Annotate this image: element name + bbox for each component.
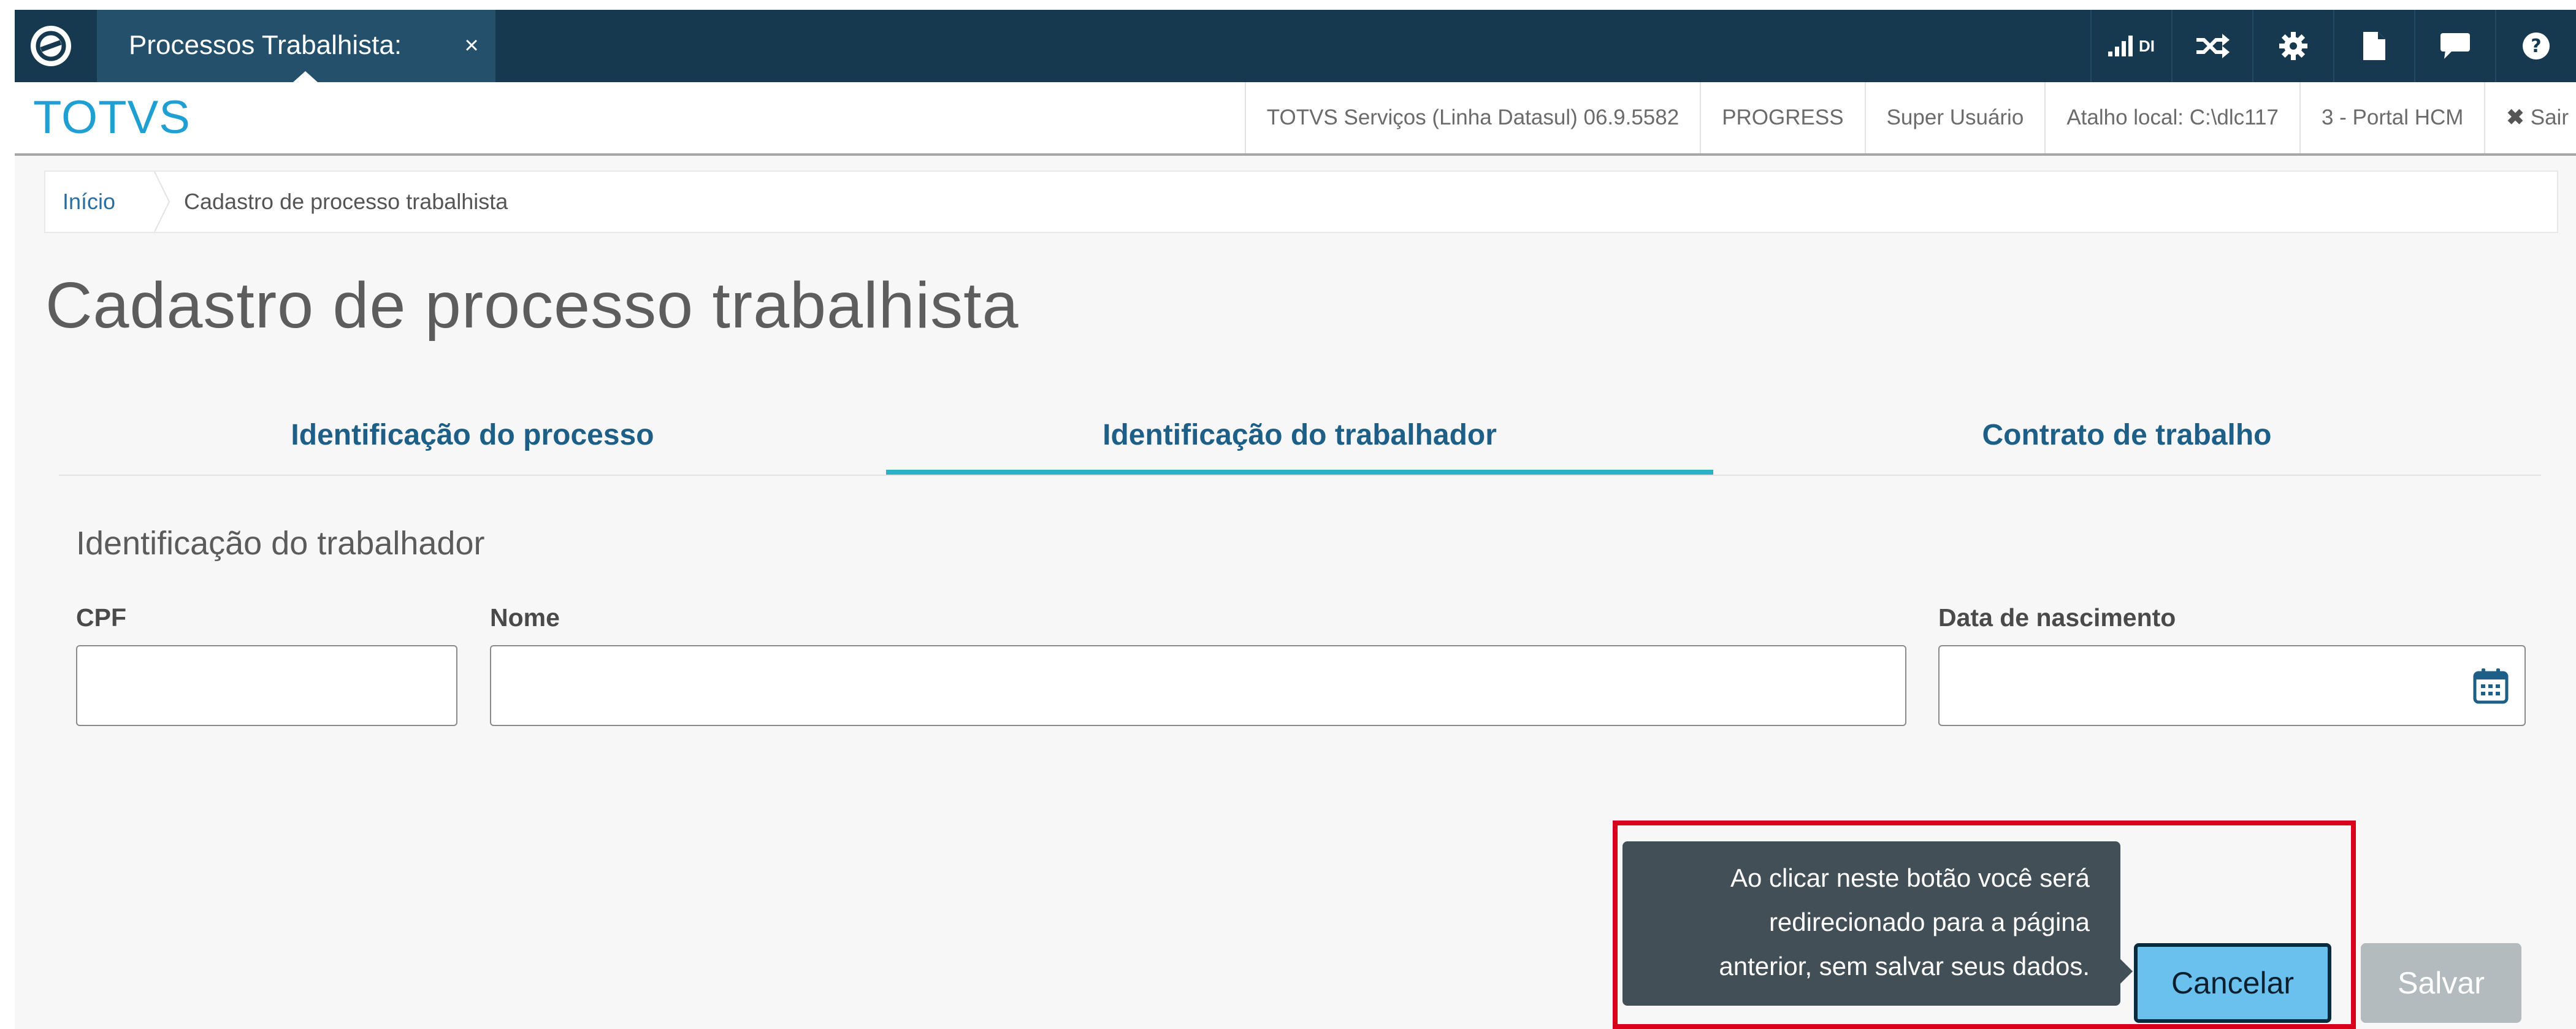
session-info: TOTVS Serviços (Linha Datasul) 06.9.5582… (1244, 82, 2576, 153)
nome-field[interactable] (490, 645, 1906, 726)
shuffle-icon[interactable] (2171, 10, 2252, 82)
logout-label: Sair (2530, 105, 2569, 129)
breadcrumb-separator-icon (154, 172, 170, 232)
tab-identificacao-processo[interactable]: Identificação do processo (59, 402, 886, 475)
breadcrumb: Início Cadastro de processo trabalhista (44, 170, 2558, 233)
calendar-icon[interactable] (2472, 667, 2510, 705)
page-title: Cadastro de processo trabalhista (45, 269, 1019, 342)
cancel-button[interactable]: Cancelar (2134, 943, 2331, 1023)
signal-label: DI (2139, 36, 2155, 55)
nome-label: Nome (490, 603, 560, 632)
tooltip-line: redirecionado para a página (1768, 908, 2090, 936)
birthdate-label: Data de nascimento (1938, 603, 2176, 632)
cpf-field[interactable] (76, 645, 457, 726)
birthdate-field[interactable] (1938, 645, 2526, 726)
cpf-label: CPF (76, 603, 126, 632)
tab-identificacao-trabalhador[interactable]: Identificação do trabalhador (886, 402, 1713, 475)
chat-icon[interactable] (2414, 10, 2495, 82)
breadcrumb-home-link[interactable]: Início (63, 172, 115, 232)
tab-title: Processos Trabalhista: (129, 30, 402, 60)
tooltip-line: Ao clicar neste botão você será (1730, 863, 2090, 892)
tab-indicator (293, 71, 318, 82)
close-icon: ✖ (2506, 105, 2524, 129)
user-name: Super Usuário (1864, 82, 2045, 153)
tooltip-line: anterior, sem salvar seus dados. (1719, 952, 2090, 981)
cancel-tooltip: Ao clicar neste botão você será redireci… (1622, 841, 2120, 1006)
document-icon[interactable] (2333, 10, 2414, 82)
signal-bars-icon[interactable]: DI (2090, 10, 2171, 82)
breadcrumb-current: Cadastro de processo trabalhista (184, 189, 508, 214)
brand-logo: TOTVS (33, 91, 191, 143)
local-shortcut: Atalho local: C:\dlc117 (2044, 82, 2299, 153)
database-type: PROGRESS (1700, 82, 1864, 153)
help-icon[interactable]: ? (2495, 10, 2576, 82)
step-tabs: Identificação do processo Identificação … (59, 402, 2541, 476)
app-frame: Processos Trabalhista: × DI ? TOTVS TOTV… (15, 10, 2576, 1029)
tooltip-arrow (2120, 959, 2133, 984)
section-title: Identificação do trabalhador (76, 525, 485, 562)
close-icon[interactable]: × (456, 27, 487, 64)
topbar-actions: DI ? (2090, 10, 2576, 82)
save-button[interactable]: Salvar (2361, 943, 2521, 1023)
svg-text:?: ? (2531, 36, 2541, 57)
product-version: TOTVS Serviços (Linha Datasul) 06.9.5582 (1244, 82, 1700, 153)
tab-contrato-trabalho[interactable]: Contrato de trabalho (1713, 402, 2540, 475)
tab-processos-trabalhistas[interactable]: Processos Trabalhista: × (97, 10, 495, 82)
top-bar: Processos Trabalhista: × DI ? (15, 10, 2576, 82)
header: TOTVS TOTVS Serviços (Linha Datasul) 06.… (15, 82, 2576, 156)
portal-name[interactable]: 3 - Portal HCM (2299, 82, 2484, 153)
totvs-logo-icon[interactable] (31, 26, 71, 66)
gear-icon[interactable] (2252, 10, 2333, 82)
logout-button[interactable]: ✖ Sair (2484, 82, 2576, 153)
